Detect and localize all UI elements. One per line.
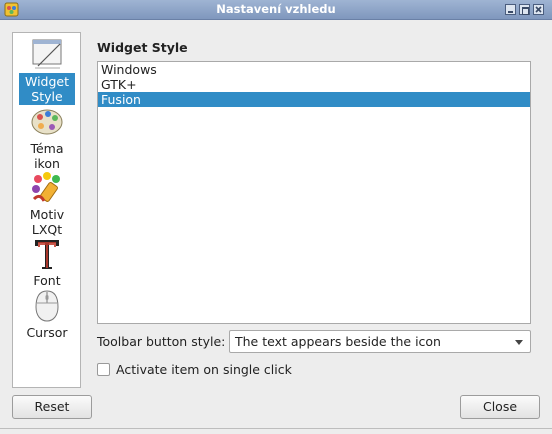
- sidebar-item-label: Motiv LXQt: [29, 207, 65, 237]
- icon-theme-icon: [31, 109, 63, 135]
- close-icon: [535, 6, 542, 13]
- toolbar-style-label: Toolbar button style:: [97, 334, 226, 349]
- title-bar[interactable]: Nastavení vzhledu: [0, 0, 552, 20]
- sidebar-item-label: Cursor: [26, 325, 68, 340]
- list-item[interactable]: GTK+: [98, 77, 530, 92]
- category-sidebar: Widget Style Téma ikon Motiv LXQt Font C…: [12, 32, 81, 388]
- list-item[interactable]: Fusion: [98, 92, 530, 107]
- single-click-checkbox[interactable]: [97, 363, 110, 376]
- list-item[interactable]: Windows: [98, 62, 530, 77]
- widget-style-list[interactable]: Windows GTK+ Fusion: [97, 61, 531, 324]
- sidebar-item-widget-style[interactable]: Widget Style: [19, 38, 75, 105]
- sidebar-item-label: Téma ikon: [30, 141, 64, 171]
- sidebar-item-cursor[interactable]: Cursor: [19, 289, 75, 341]
- window-title: Nastavení vzhledu: [216, 2, 336, 16]
- dropdown-value: The text appears beside the icon: [235, 334, 441, 349]
- toolbar-style-dropdown[interactable]: The text appears beside the icon: [229, 330, 531, 353]
- cursor-icon: [35, 290, 59, 322]
- sidebar-item-lxqt-theme[interactable]: Motiv LXQt: [19, 171, 75, 238]
- minimize-button[interactable]: [505, 4, 516, 15]
- close-window-button[interactable]: [533, 4, 544, 15]
- section-heading: Widget Style: [97, 40, 188, 55]
- lxqt-theme-icon: [32, 172, 60, 202]
- minimize-icon: [508, 11, 513, 13]
- close-button[interactable]: Close: [460, 395, 540, 419]
- widget-style-icon: [32, 39, 62, 69]
- sidebar-item-label: Font: [33, 273, 61, 288]
- sidebar-item-label: Widget Style: [19, 73, 75, 105]
- font-icon: [35, 240, 59, 269]
- maximize-button[interactable]: [519, 4, 530, 15]
- sidebar-item-font[interactable]: Font: [19, 237, 75, 289]
- single-click-label[interactable]: Activate item on single click: [116, 362, 292, 377]
- reset-button[interactable]: Reset: [12, 395, 92, 419]
- divider: [0, 428, 552, 429]
- maximize-icon: [522, 7, 529, 15]
- chevron-down-icon: [515, 340, 523, 345]
- sidebar-item-icon-theme[interactable]: Téma ikon: [19, 105, 75, 172]
